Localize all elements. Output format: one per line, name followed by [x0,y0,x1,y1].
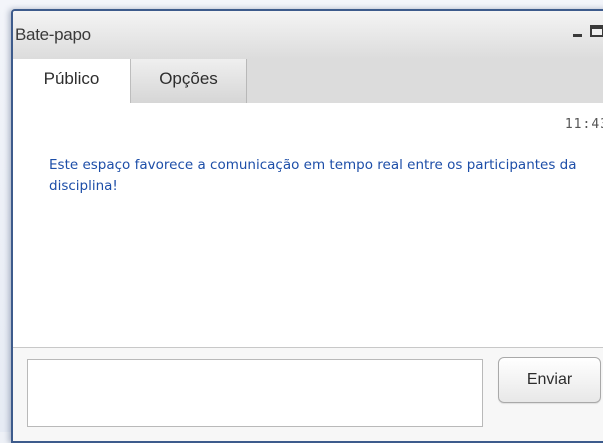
system-message: Este espaço favorece a comunicação em te… [49,157,577,194]
maximize-icon[interactable] [590,25,603,37]
send-button[interactable]: Enviar [498,357,601,403]
tab-publico[interactable]: Público [13,59,131,104]
tab-label: Opções [159,69,218,88]
tab-opcoes[interactable]: Opções [131,59,247,103]
window-title: Bate-papo [15,25,91,44]
tab-bar: Público Opções [13,59,603,104]
chat-window: Bate-papo Público Opções 11:43 Este espa… [11,9,603,443]
minimize-icon[interactable] [573,34,582,37]
tab-label: Público [43,69,100,88]
message-area[interactable]: 11:43 Este espaço favorece a comunicação… [13,103,603,348]
window-controls [573,25,603,45]
message-timestamp: 11:43 [564,117,603,132]
title-bar[interactable]: Bate-papo [13,11,603,59]
message-input[interactable] [27,359,483,427]
composer: Enviar [13,348,603,441]
